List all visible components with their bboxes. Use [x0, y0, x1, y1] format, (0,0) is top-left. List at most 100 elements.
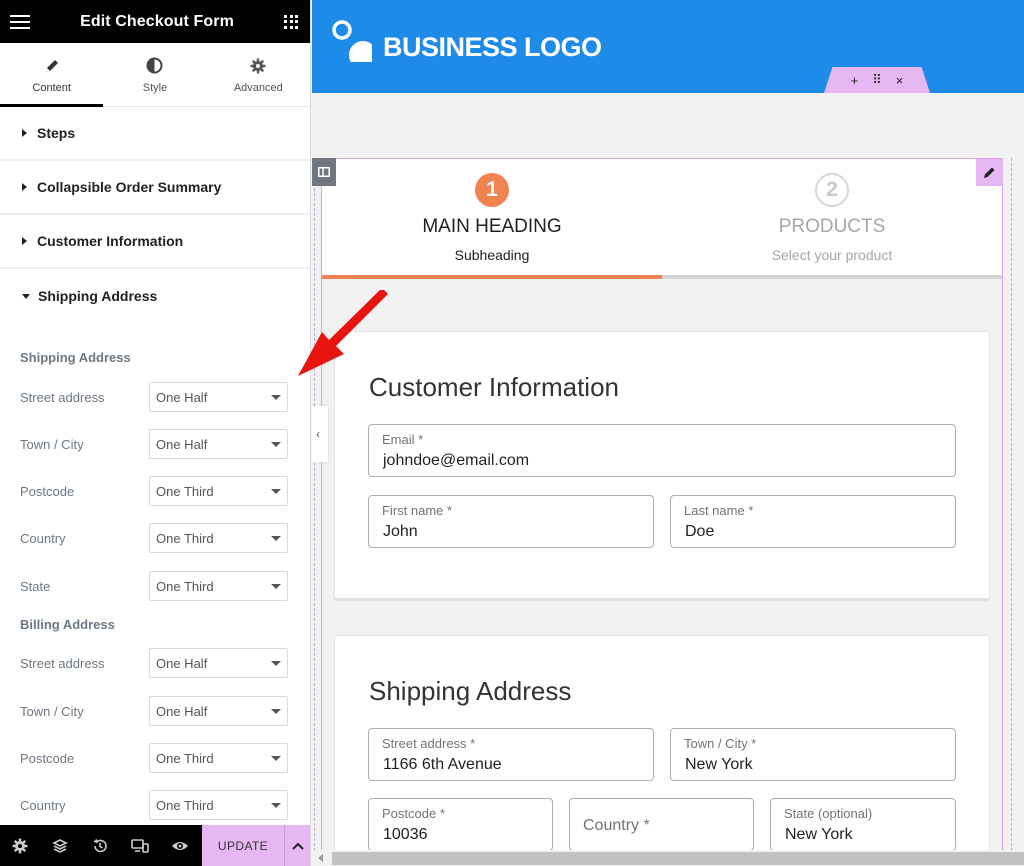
control-label: Postcode	[20, 483, 75, 499]
shipping-address-heading: Shipping Address	[20, 350, 131, 365]
collapse-panel-icon[interactable]: ‹	[312, 406, 328, 462]
control-shipping-postcode: Postcode One Third	[0, 476, 310, 506]
menu-icon[interactable]	[10, 14, 30, 29]
tab-advanced[interactable]: Advanced	[207, 43, 310, 106]
control-billing-postcode: Postcode One Third	[0, 743, 310, 773]
chevron-down-icon	[271, 395, 281, 400]
field-value: 10036	[383, 826, 428, 843]
caret-right-icon	[22, 129, 27, 137]
control-label: Postcode	[20, 750, 75, 766]
layers-icon[interactable]	[40, 825, 80, 866]
postcode-field[interactable]: Postcode * 10036	[368, 798, 553, 851]
responsive-icon[interactable]	[120, 825, 160, 866]
pencil-icon	[44, 56, 60, 76]
street-address-field[interactable]: Street address * 1166 6th Avenue	[368, 728, 654, 781]
step-heading: PRODUCTS	[778, 216, 886, 237]
horizontal-scrollbar[interactable]	[312, 850, 1024, 866]
editor-canvas: BUSINESS LOGO + ⠿ × 1 MAIN HEADING Subhe…	[312, 0, 1024, 866]
first-name-field[interactable]: First name * John	[368, 495, 654, 548]
control-label: Street address	[20, 389, 105, 405]
chevron-down-icon	[271, 489, 281, 494]
width-select[interactable]: One Third	[149, 790, 288, 820]
caret-down-icon	[22, 293, 30, 299]
width-select[interactable]: One Third	[149, 571, 288, 601]
gear-icon	[250, 56, 266, 76]
width-select[interactable]: One Half	[149, 696, 288, 726]
site-header: BUSINESS LOGO + ⠿ ×	[312, 0, 1024, 93]
chevron-down-icon	[271, 756, 281, 761]
chevron-down-icon	[271, 442, 281, 447]
select-value: One Third	[156, 530, 214, 546]
state-field[interactable]: State (optional) New York	[770, 798, 956, 851]
control-shipping-street: Street address One Half	[0, 382, 310, 412]
checkout-steps: 1 MAIN HEADING Subheading 2 PRODUCTS Sel…	[322, 159, 1002, 279]
field-value: 1166 6th Avenue	[383, 756, 502, 773]
chevron-down-icon	[271, 709, 281, 714]
column-handle-icon[interactable]	[312, 158, 336, 186]
business-logo: BUSINESS LOGO	[383, 32, 602, 62]
chevron-down-icon	[271, 803, 281, 808]
width-select[interactable]: One Third	[149, 476, 288, 506]
update-button[interactable]: UPDATE	[202, 825, 284, 866]
field-label: First name *	[382, 503, 453, 518]
control-shipping-city: Town / City One Half	[0, 429, 310, 459]
shipping-address-card: Shipping Address Street address * 1166 6…	[334, 635, 990, 866]
control-label: Country	[20, 797, 66, 813]
width-select[interactable]: One Third	[149, 743, 288, 773]
section-steps[interactable]: Steps	[0, 107, 310, 161]
scroll-left-icon[interactable]	[318, 854, 323, 862]
step-subheading: Subheading	[454, 247, 530, 263]
step-1[interactable]: 1 MAIN HEADING Subheading	[322, 159, 662, 279]
field-label: Postcode *	[382, 806, 445, 821]
column-guide	[1011, 158, 1012, 866]
history-icon[interactable]	[80, 825, 120, 866]
field-label: Town / City *	[684, 736, 757, 751]
step-progress-bar	[322, 275, 662, 279]
width-select[interactable]: One Half	[149, 382, 288, 412]
select-value: One Half	[156, 655, 208, 671]
select-value: One Third	[156, 750, 214, 766]
country-field[interactable]: Country *	[569, 798, 754, 851]
tab-content[interactable]: Content	[0, 43, 104, 107]
step-subheading: Select your product	[771, 247, 893, 263]
select-value: One Third	[156, 578, 214, 594]
close-icon[interactable]: ×	[896, 73, 904, 88]
control-billing-street: Street address One Half	[0, 648, 310, 678]
select-value: One Third	[156, 797, 214, 813]
width-select[interactable]: One Half	[149, 648, 288, 678]
control-label: Town / City	[20, 436, 84, 452]
section-shipping-address-label: Shipping Address	[38, 288, 158, 304]
chevron-down-icon	[271, 584, 281, 589]
caret-right-icon	[22, 237, 27, 245]
width-select[interactable]: One Third	[149, 523, 288, 553]
panel-tabs: Content Style Advanced	[0, 43, 310, 107]
section-collapsible-order-summary[interactable]: Collapsible Order Summary	[0, 161, 310, 215]
add-section-button[interactable]: +	[851, 73, 859, 88]
last-name-field[interactable]: Last name * Doe	[670, 495, 956, 548]
control-billing-city: Town / City One Half	[0, 696, 310, 726]
panel-footer: UPDATE	[0, 825, 310, 866]
step-2[interactable]: 2 PRODUCTS Select your product	[662, 159, 1002, 279]
billing-address-heading: Billing Address	[20, 617, 115, 632]
tab-style[interactable]: Style	[103, 43, 206, 106]
field-label: Last name *	[684, 503, 754, 518]
edit-widget-icon[interactable]	[976, 159, 1003, 186]
town-city-field[interactable]: Town / City * New York	[670, 728, 956, 781]
section-customer-information[interactable]: Customer Information	[0, 215, 310, 269]
field-label: Email *	[382, 432, 424, 447]
eye-icon[interactable]	[160, 825, 200, 866]
email-field[interactable]: Email * johndoe@email.com	[368, 424, 956, 477]
field-value: New York	[685, 756, 753, 773]
field-value: johndoe@email.com	[383, 452, 530, 469]
tab-style-label: Style	[142, 81, 168, 94]
widgets-grid-icon[interactable]	[284, 14, 298, 29]
control-label: State	[20, 578, 51, 594]
chevron-up-icon[interactable]	[284, 825, 310, 866]
section-shipping-address[interactable]: Shipping Address	[0, 269, 310, 323]
drag-handle-icon[interactable]: ⠿	[872, 72, 882, 88]
gear-icon[interactable]	[0, 825, 40, 866]
control-shipping-country: Country One Third	[0, 523, 310, 553]
width-select[interactable]: One Half	[149, 429, 288, 459]
step-number: 1	[475, 173, 509, 207]
scrollbar-thumb[interactable]	[332, 852, 1024, 865]
